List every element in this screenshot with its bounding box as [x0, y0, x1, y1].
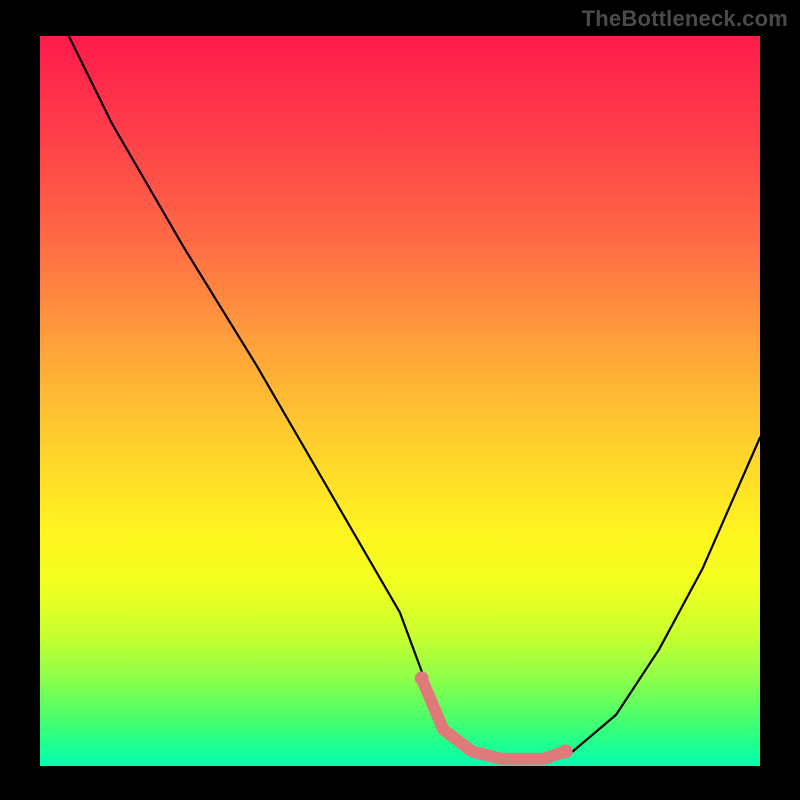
plateau-highlight: [415, 671, 573, 758]
plateau-stroke: [422, 678, 566, 758]
attribution-text: TheBottleneck.com: [582, 6, 788, 32]
plot-area: [40, 36, 760, 766]
curve-layer: [40, 36, 760, 766]
main-curve: [69, 36, 760, 759]
chart-stage: TheBottleneck.com: [0, 0, 800, 800]
plateau-dot: [559, 744, 573, 758]
plateau-dot: [415, 671, 429, 685]
